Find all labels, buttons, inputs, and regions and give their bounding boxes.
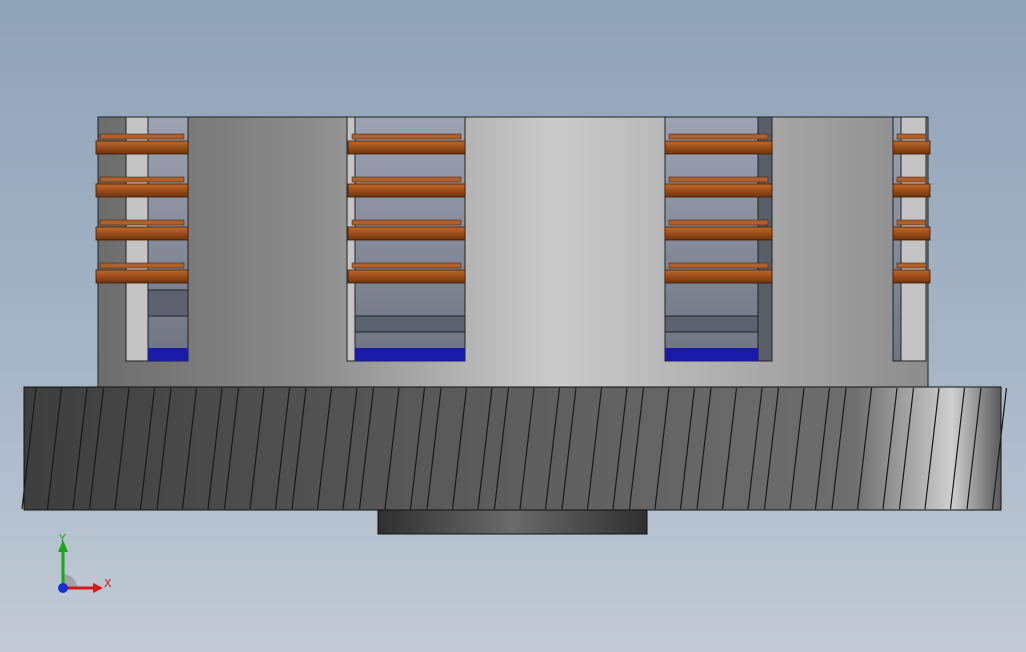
copper-bar-top: [896, 176, 927, 183]
copper-bar-top: [351, 133, 462, 140]
copper-bar-top: [668, 176, 769, 183]
copper-bar: [664, 183, 773, 198]
copper-bar-top: [351, 262, 462, 269]
copper-bar-top: [99, 219, 185, 226]
copper-bar-top: [668, 219, 769, 226]
helical-gear[interactable]: [23, 386, 1002, 511]
copper-bar-top: [896, 219, 927, 226]
copper-bar-top: [351, 176, 462, 183]
copper-bar-top: [99, 133, 185, 140]
copper-bar-top: [351, 219, 462, 226]
x-arrow-icon: [93, 583, 103, 593]
copper-bar: [347, 269, 466, 284]
copper-bar-top: [668, 133, 769, 140]
copper-bar: [664, 269, 773, 284]
copper-bar-top: [896, 262, 927, 269]
copper-bar: [95, 140, 189, 155]
x-axis-label: X: [104, 577, 112, 590]
graphics-viewport[interactable]: Y X: [0, 0, 1026, 652]
copper-bar: [347, 226, 466, 241]
copper-bar-top: [668, 262, 769, 269]
copper-bar: [95, 269, 189, 284]
copper-bar: [892, 226, 931, 241]
model-view[interactable]: Y X: [0, 0, 1026, 652]
copper-bar: [892, 140, 931, 155]
copper-bar: [95, 183, 189, 198]
copper-bar: [892, 183, 931, 198]
rotor-body[interactable]: [97, 116, 929, 388]
coordinate-triad: Y X: [58, 532, 112, 593]
copper-bar: [664, 226, 773, 241]
copper-bar: [892, 269, 931, 284]
copper-bar-top: [99, 262, 185, 269]
copper-bar: [347, 140, 466, 155]
copper-bar: [664, 140, 773, 155]
copper-bar: [347, 183, 466, 198]
gear-hub[interactable]: [377, 509, 648, 535]
copper-bar-top: [896, 133, 927, 140]
copper-bar-top: [99, 176, 185, 183]
y-axis-label: Y: [58, 532, 66, 545]
z-axis-dot-icon: [58, 583, 68, 593]
copper-bar: [95, 226, 189, 241]
